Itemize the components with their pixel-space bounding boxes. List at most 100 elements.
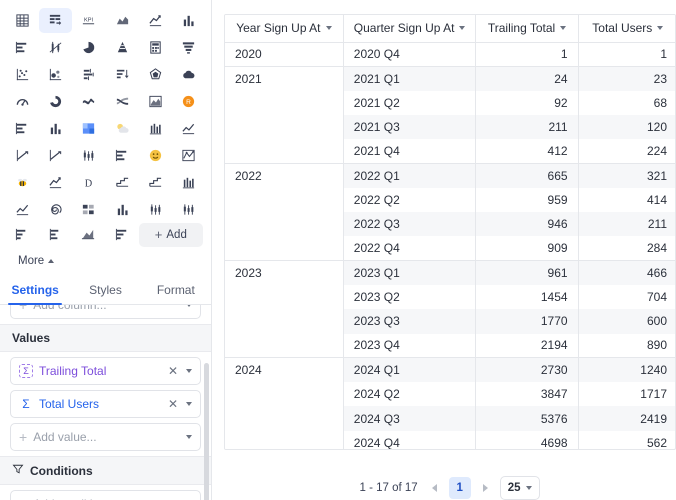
table-row[interactable]: 2021 Q2 92 68 <box>225 90 675 115</box>
viz-icon-bar-chart-icon[interactable] <box>172 8 205 33</box>
viz-icon-pivot-table-icon[interactable] <box>39 8 73 33</box>
viz-icon-table-calc-icon[interactable] <box>139 35 172 60</box>
viz-icon-bubble-chart-icon[interactable] <box>39 62 72 87</box>
table-row[interactable]: 2024 Q4 4698 562 <box>225 430 675 449</box>
viz-icon-map-chart-icon[interactable] <box>139 89 172 114</box>
table-row[interactable]: 2021 2021 Q1 24 23 <box>225 65 675 91</box>
viz-icon-horizontal-bar-3-icon[interactable] <box>106 143 139 168</box>
viz-icon-horizontal-bar-4-icon[interactable] <box>6 222 39 247</box>
viz-icon-area-chart-icon[interactable] <box>106 8 139 33</box>
column-header-total-users[interactable]: Total Users <box>578 15 675 43</box>
viz-icon-funnel-chart-icon[interactable] <box>172 35 205 60</box>
values-section-header: Values <box>0 324 211 352</box>
tab-format[interactable]: Format <box>141 275 211 304</box>
table-row[interactable]: 2021 Q4 412 224 <box>225 139 675 164</box>
viz-icon-weather-icon[interactable] <box>106 116 139 141</box>
more-toggle[interactable]: More <box>6 247 205 275</box>
value-chip-trailing-total[interactable]: Σ Trailing Total ✕ <box>10 357 201 385</box>
viz-icon-badge-icon[interactable]: R <box>172 89 205 114</box>
column-header-quarter[interactable]: Quarter Sign Up At <box>343 15 477 43</box>
viz-icon-horizontal-bar-2-icon[interactable] <box>6 116 39 141</box>
column-header-year[interactable]: Year Sign Up At <box>225 15 344 43</box>
table-row[interactable]: 2024 2024 Q1 2730 1240 <box>225 357 675 383</box>
viz-icon-step-chart-icon[interactable] <box>106 170 139 195</box>
value-chip-total-users[interactable]: Σ Total Users ✕ <box>10 390 201 418</box>
previous-page-button[interactable] <box>431 484 437 492</box>
viz-icon-trend-chart-icon[interactable] <box>172 116 205 141</box>
table-row[interactable]: 2024 Q2 3847 1717 <box>225 382 675 407</box>
cell-trailing-total: 665 <box>475 162 579 188</box>
viz-icon-gauge-chart-icon[interactable] <box>6 89 39 114</box>
table-row[interactable]: 2023 Q2 1454 704 <box>225 284 675 310</box>
viz-icon-kpi-icon[interactable]: KPI <box>72 8 105 33</box>
table-row[interactable]: 2023 Q4 2194 890 <box>225 333 675 358</box>
viz-icon-scatter-plot-icon[interactable] <box>6 62 39 87</box>
settings-panel-scroll[interactable]: + Add column... Values Σ Trailing Total … <box>0 305 211 500</box>
table-row[interactable]: 2022 Q2 959 414 <box>225 187 675 213</box>
viz-icon-candlestick-icon[interactable] <box>39 35 72 60</box>
tab-settings[interactable]: Settings <box>0 275 70 305</box>
remove-value-icon[interactable]: ✕ <box>168 365 178 377</box>
viz-icon-area-line-icon[interactable] <box>6 197 39 222</box>
chevron-down-icon[interactable] <box>186 369 192 373</box>
viz-icon-line-chart-2-icon[interactable] <box>39 170 72 195</box>
viz-icon-bullet-chart-icon[interactable] <box>72 62 105 87</box>
table-row[interactable]: 2021 Q3 211 120 <box>225 114 675 140</box>
cell-trailing-total: 1454 <box>475 284 579 310</box>
table-header: Year Sign Up At Quarter Sign Up At Trail… <box>225 15 675 43</box>
table-row[interactable]: 2020 2020 Q4 1 1 <box>225 41 675 67</box>
viz-icon-horizontal-bar-5-icon[interactable] <box>39 222 72 247</box>
viz-icon-stream-graph-icon[interactable] <box>72 89 105 114</box>
viz-icon-horizontal-bar-6-icon[interactable] <box>106 222 139 247</box>
add-condition-field[interactable]: + Add condition... <box>10 490 201 500</box>
add-value-field[interactable]: + Add value... <box>10 423 201 451</box>
page-size-select[interactable]: 25 <box>499 476 541 500</box>
table-row[interactable]: 2022 Q3 946 211 <box>225 212 675 237</box>
viz-icon-mountain-chart-icon[interactable] <box>72 222 105 247</box>
viz-icon-sankey-diagram-icon[interactable] <box>106 89 139 114</box>
add-visualization-button[interactable]: + Add <box>138 222 203 247</box>
viz-icon-histogram-icon[interactable] <box>139 116 172 141</box>
viz-icon-table-icon[interactable] <box>6 8 39 33</box>
viz-icon-radar-chart-icon[interactable] <box>139 62 172 87</box>
viz-icon-box-plot-3-icon[interactable] <box>172 197 205 222</box>
viz-icon-spiral-chart-icon[interactable] <box>39 197 72 222</box>
viz-icon-bee-swarm-icon[interactable] <box>6 170 39 195</box>
viz-icon-box-plot-2-icon[interactable] <box>139 197 172 222</box>
table-row[interactable]: 2023 2023 Q1 961 466 <box>225 260 675 285</box>
chevron-down-icon[interactable] <box>186 402 192 406</box>
cell-year <box>225 114 344 140</box>
viz-icon-smiley-icon[interactable] <box>139 143 172 168</box>
viz-icon-donut-chart-icon[interactable] <box>39 89 72 114</box>
table-row[interactable]: 2022 Q4 909 284 <box>225 236 675 261</box>
viz-icon-pyramid-chart-icon[interactable] <box>106 35 139 60</box>
viz-icon-letter-d-icon[interactable]: D <box>72 170 105 195</box>
remove-value-icon[interactable]: ✕ <box>168 398 178 410</box>
viz-icon-matrix-icon[interactable] <box>72 197 105 222</box>
table-row[interactable]: 2024 Q3 5376 2419 <box>225 406 675 431</box>
viz-icon-slope-chart-icon[interactable] <box>6 143 39 168</box>
page-number-button[interactable]: 1 <box>448 477 471 499</box>
next-page-button[interactable] <box>482 484 488 492</box>
viz-icon-horizontal-bar-icon[interactable] <box>6 35 39 60</box>
visualization-lastrow: + Add <box>6 222 205 247</box>
viz-icon-sorted-bar-icon[interactable] <box>106 62 139 87</box>
add-column-field[interactable]: + Add column... <box>10 305 201 319</box>
viz-icon-heatmap-icon[interactable] <box>72 116 105 141</box>
viz-icon-line-chart-icon[interactable] <box>139 8 172 33</box>
viz-icon-range-chart-icon[interactable] <box>172 143 205 168</box>
viz-icon-step-chart-2-icon[interactable] <box>139 170 172 195</box>
table-row[interactable]: 2023 Q3 1770 600 <box>225 309 675 334</box>
viz-icon-word-cloud-icon[interactable] <box>172 62 205 87</box>
tab-styles[interactable]: Styles <box>70 275 140 304</box>
viz-icon-slope-chart-2-icon[interactable] <box>39 143 72 168</box>
cell-year: 2022 <box>225 162 344 188</box>
viz-icon-pie-chart-icon[interactable] <box>72 35 105 60</box>
table-row[interactable]: 2022 2022 Q1 665 321 <box>225 162 675 188</box>
viz-icon-column-chart-2-icon[interactable] <box>172 170 205 195</box>
viz-icon-box-plot-icon[interactable] <box>72 143 105 168</box>
viz-icon-bar-chart-2-icon[interactable] <box>106 197 139 222</box>
sidebar-scrollbar[interactable] <box>204 363 209 500</box>
viz-icon-column-chart-icon[interactable] <box>39 116 72 141</box>
column-header-trailing-total[interactable]: Trailing Total <box>475 15 579 43</box>
